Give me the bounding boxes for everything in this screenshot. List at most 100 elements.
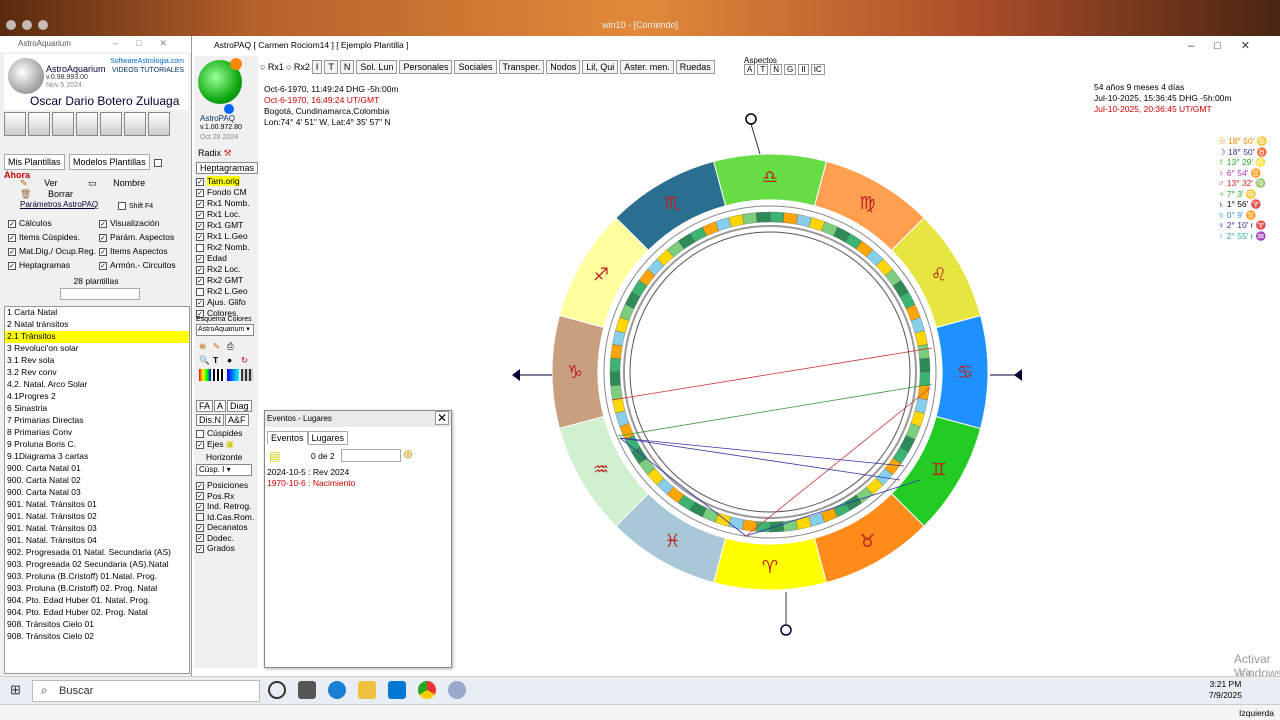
tools-icon[interactable]: ⚒ (224, 148, 232, 158)
position-check[interactable]: ✓ Dodec. (196, 533, 254, 544)
toolbar-button[interactable]: Transper. (498, 60, 545, 74)
taskview-icon[interactable] (298, 681, 316, 699)
list-item[interactable]: 908. Tránsitos Cielo 02 (5, 631, 189, 643)
list-item[interactable]: 904. Pto. Edad Huber 02. Prog. Natal (5, 607, 189, 619)
aspect-button[interactable]: T (757, 64, 769, 75)
position-check[interactable]: ✓ Grados (196, 543, 254, 554)
checkbox[interactable] (196, 287, 204, 296)
display-check[interactable]: ✓ Rx2 GMT (196, 275, 250, 286)
toolbar-button[interactable]: T (324, 60, 338, 74)
check-item[interactable]: ✓ Items Aspectos (99, 246, 190, 260)
checkbox[interactable]: ✓ (196, 276, 204, 285)
search-icon[interactable]: 🔍 (199, 355, 211, 367)
checkbox[interactable]: ✓ (196, 199, 204, 208)
list-item[interactable]: 1 Carta Natal (5, 307, 189, 319)
list-item[interactable]: 3 Revoluci'on solar (5, 343, 189, 355)
check-item[interactable]: ✓ Cálculos (8, 218, 99, 232)
site-link[interactable]: SoftwareAstrologia.com (110, 58, 184, 65)
chrome-icon[interactable] (418, 681, 436, 699)
toolbar-button[interactable]: Ruedas (675, 60, 715, 74)
list-item[interactable]: 3.1 Rev sola (5, 355, 189, 367)
toolbar-button[interactable]: N (339, 60, 355, 74)
cuspides-check[interactable]: Cúspides (196, 428, 242, 439)
tool-icon[interactable] (52, 112, 74, 136)
list-item[interactable]: 901. Natal. Tránsitos 02 (5, 511, 189, 523)
windows-start-icon[interactable]: ⊞ (10, 682, 21, 698)
text-icon[interactable]: T (213, 355, 225, 367)
circle-icon[interactable]: ● (227, 355, 239, 367)
list-item[interactable]: 8 Primarias Conv (5, 427, 189, 439)
list-item[interactable]: 2 Natal tránsitos (5, 319, 189, 331)
cortana-icon[interactable] (268, 681, 286, 699)
checkbox[interactable]: ✓ (196, 534, 204, 543)
checkbox[interactable]: ✓ (196, 523, 204, 532)
checkbox[interactable]: ✓ (196, 481, 204, 490)
diag-button[interactable]: Diag (227, 400, 252, 412)
close-icon[interactable]: ✕ (435, 411, 449, 425)
display-check[interactable]: Rx2 L.Geo (196, 286, 250, 297)
toolbar-button[interactable]: Sociales (454, 60, 497, 74)
shift-checkbox[interactable] (118, 202, 126, 210)
check-item[interactable]: ✓ Items Cúspides. (8, 232, 99, 246)
list-item[interactable]: 7 Primarias Directas (5, 415, 189, 427)
checkbox[interactable]: ✓ (8, 219, 16, 228)
tab-eventos[interactable]: Eventos (267, 431, 308, 444)
tab-modelos-plantillas[interactable]: Modelos Plantillas (69, 154, 150, 170)
checkbox[interactable] (196, 243, 204, 252)
list-item[interactable]: 2.1 Tránsitos (5, 331, 189, 343)
check-item[interactable]: ✓ Visualización (99, 218, 190, 232)
taskbar-search[interactable]: ⌕ Buscar (32, 680, 260, 702)
disn-button[interactable]: Dis.N (196, 414, 224, 426)
toolbar-button[interactable]: Personales (399, 60, 453, 74)
mail-icon[interactable] (388, 681, 406, 699)
position-check[interactable]: ✓ Decanatos (196, 522, 254, 533)
list-item[interactable]: 902. Progresada 01 Natal. Secundaria (AS… (5, 547, 189, 559)
colors-icon[interactable] (227, 369, 239, 381)
checkbox[interactable]: ✓ (99, 233, 107, 242)
checkbox[interactable] (196, 513, 204, 522)
ahora-checkbox[interactable] (154, 158, 163, 167)
checkbox[interactable]: ✓ (196, 254, 204, 263)
list-item[interactable]: 903. Progresada 02 Secundaria (AS).Natal (5, 559, 189, 571)
list-item[interactable]: 6 Sinastria (5, 403, 189, 415)
toolbar-button[interactable]: ○ Rx1 (260, 62, 284, 72)
list-item[interactable]: 908. Tránsitos Cielo 01 (5, 619, 189, 631)
taskbar-clock[interactable]: 3:21 PM 7/9/2025 (1209, 679, 1242, 701)
list-item[interactable]: 9 Proluna Boris C. (5, 439, 189, 451)
pen-icon[interactable]: ✎ (213, 341, 225, 353)
checkbox[interactable]: ✓ (99, 219, 107, 228)
checkbox[interactable]: ✓ (8, 247, 16, 256)
explorer-icon[interactable] (358, 681, 376, 699)
checkbox[interactable]: ✓ (196, 177, 204, 186)
tool-icon[interactable] (76, 112, 98, 136)
events-search-input[interactable] (341, 449, 401, 462)
display-check[interactable]: ✓ Fondo CM (196, 187, 250, 198)
display-check[interactable]: ✓ Rx1 Nomb. (196, 198, 250, 209)
checkbox[interactable]: ✓ (196, 188, 204, 197)
checkbox[interactable]: ✓ (8, 233, 16, 242)
position-check[interactable]: ✓ Pos.Rx (196, 491, 254, 502)
palette-icon[interactable] (199, 369, 211, 381)
check-item[interactable]: ✓ Parám. Aspectos (99, 232, 190, 246)
nav-icon[interactable]: ⊛ (403, 447, 413, 461)
params-link[interactable]: Parámetros AstroPAQ (20, 200, 98, 209)
fa-button[interactable]: FA (196, 400, 214, 412)
list-item[interactable]: 901. Natal. Tránsitos 04 (5, 535, 189, 547)
ver-button[interactable]: ✎ Ver (20, 178, 72, 188)
check-item[interactable]: ✓ Heptagramas (8, 260, 99, 274)
position-check[interactable]: Id.Cas.Rom. (196, 512, 254, 523)
toolbar-button[interactable]: Nodos (546, 60, 581, 74)
bars-icon[interactable] (213, 369, 225, 381)
list-item[interactable]: 904. Pto. Edad Huber 01. Natal. Prog. (5, 595, 189, 607)
toolbar-button[interactable]: I (311, 60, 323, 74)
a-button[interactable]: A (214, 400, 227, 412)
tool-icon[interactable] (4, 112, 26, 136)
position-check[interactable]: ✓ Posiciones (196, 480, 254, 491)
aspect-button[interactable]: A (744, 64, 756, 75)
edge-icon[interactable] (328, 681, 346, 699)
display-check[interactable]: ✓ Rx1 L.Geo (196, 231, 250, 242)
toolbar-button[interactable]: ○ Rx2 (286, 62, 310, 72)
print-icon[interactable]: ⎙ (227, 341, 239, 353)
aspect-button[interactable]: II (798, 64, 809, 75)
tool-icon[interactable] (100, 112, 122, 136)
